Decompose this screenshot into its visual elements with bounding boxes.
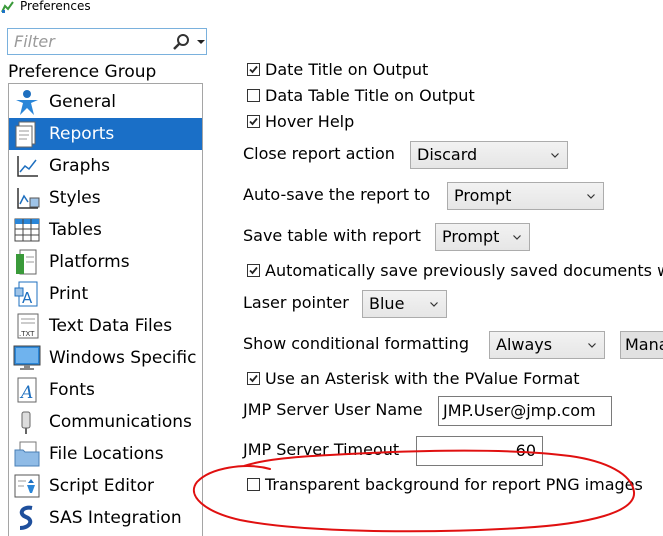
monitor-icon [13, 345, 41, 370]
save-table-value: Prompt [442, 227, 500, 246]
preference-group-heading: Preference Group [8, 62, 157, 82]
sidebar-item-tables[interactable]: Tables [9, 214, 202, 246]
conditional-formatting-value: Always [496, 335, 553, 354]
sas-icon [19, 505, 33, 530]
sidebar-item-windows-specific[interactable]: Windows Specific [9, 342, 202, 374]
communications-icon [21, 411, 31, 434]
conditional-formatting-select[interactable]: Always [489, 331, 605, 359]
styles-graph-icon [17, 188, 40, 209]
text-file-icon: .TXT [17, 313, 39, 339]
hover-help-label: Hover Help [265, 112, 355, 131]
sidebar-item-label: Reports [49, 124, 115, 144]
sidebar-item-label: SAS Integration [49, 508, 182, 528]
sidebar-item-communications[interactable]: Communications [9, 406, 202, 438]
sidebar-item-label: File Locations [49, 444, 164, 464]
sidebar-item-label: Styles [49, 188, 101, 208]
checkmark-icon [249, 65, 258, 74]
data-table-title-label: Data Table Title on Output [265, 86, 475, 105]
jmp-server-user-field[interactable]: JMP.User@jmp.com [438, 396, 612, 426]
window-title: Preferences [20, 0, 91, 13]
sidebar-item-platforms[interactable]: Platforms [9, 246, 202, 278]
date-title-label: Date Title on Output [265, 60, 429, 79]
chevron-down-icon[interactable] [196, 31, 206, 51]
folder-icon [14, 441, 40, 467]
sidebar-item-general[interactable]: General [9, 86, 202, 118]
auto-save-docs-label: Automatically save previously saved docu… [265, 261, 663, 280]
laser-pointer-select[interactable]: Blue [362, 290, 447, 318]
checkmark-icon [249, 117, 258, 126]
chevron-down-icon [551, 153, 559, 158]
sidebar-item-sas-integration[interactable]: SAS Integration [9, 502, 202, 534]
auto-save-label: Auto-save the report to [243, 185, 431, 204]
general-person-icon [16, 90, 38, 115]
sidebar-item-label: Windows Specific [49, 348, 197, 368]
sidebar-item-label: Script Editor [49, 476, 155, 496]
sidebar-item-reports[interactable]: Reports [9, 118, 202, 150]
data-table-title-checkbox[interactable] [247, 89, 260, 102]
manage-button[interactable]: Mana [620, 331, 663, 359]
close-report-action-label: Close report action [243, 144, 395, 163]
transparent-png-label: Transparent background for report PNG im… [265, 475, 643, 494]
jmp-server-user-label: JMP Server User Name [243, 400, 423, 419]
filter-input[interactable] [8, 29, 168, 54]
report-document-icon [15, 121, 36, 148]
asterisk-pvalue-checkbox[interactable] [247, 372, 260, 385]
jmp-server-timeout-field[interactable]: 60 [416, 436, 543, 466]
svg-text:A: A [19, 383, 33, 403]
sidebar-item-label: Text Data Files [49, 316, 173, 336]
checkmark-icon [249, 266, 258, 275]
auto-save-select[interactable]: Prompt [447, 182, 604, 210]
line-graph-icon [17, 156, 38, 177]
chevron-down-icon [513, 235, 521, 240]
chevron-down-icon [587, 194, 595, 199]
sidebar-item-label: Graphs [49, 156, 111, 176]
asterisk-pvalue-label: Use an Asterisk with the PValue Format [265, 369, 580, 388]
transparent-png-checkbox[interactable] [247, 478, 260, 491]
svg-text:.TXT: .TXT [19, 330, 35, 338]
sidebar-item-graphs[interactable]: Graphs [9, 150, 202, 182]
save-table-select[interactable]: Prompt [435, 223, 530, 251]
laser-pointer-value: Blue [369, 294, 405, 313]
sidebar-item-file-locations[interactable]: File Locations [9, 438, 202, 470]
auto-save-docs-checkbox[interactable] [247, 264, 260, 277]
sidebar-item-label: Print [49, 284, 89, 304]
sidebar-item-label: Communications [49, 412, 192, 432]
search-icon[interactable] [171, 32, 191, 52]
title-bar: Preferences [0, 0, 663, 20]
font-icon: A [17, 377, 37, 403]
svg-text:A: A [22, 289, 33, 307]
sidebar-item-fonts[interactable]: A Fonts [9, 374, 202, 406]
print-icon: A [14, 281, 38, 307]
date-title-checkbox[interactable] [247, 63, 260, 76]
hover-help-checkbox[interactable] [247, 115, 260, 128]
jmp-app-icon [1, 1, 14, 13]
close-report-action-select[interactable]: Discard [410, 141, 568, 169]
save-table-label: Save table with report [243, 226, 421, 245]
laser-pointer-label: Laser pointer [243, 293, 349, 312]
auto-save-value: Prompt [454, 186, 512, 205]
checkmark-icon [249, 374, 258, 383]
chevron-down-icon [430, 302, 438, 307]
sidebar-item-label: Fonts [49, 380, 95, 400]
sidebar-item-script-editor[interactable]: Script Editor [9, 470, 202, 502]
sidebar-item-label: Tables [49, 220, 102, 240]
platforms-icon [16, 249, 37, 275]
table-grid-icon [14, 218, 40, 242]
close-report-action-value: Discard [417, 145, 478, 164]
conditional-formatting-label: Show conditional formatting [243, 334, 469, 353]
sidebar-item-print[interactable]: A Print [9, 278, 202, 310]
script-editor-icon [14, 474, 40, 498]
preference-group-list[interactable]: General Reports Graphs Styles Tables Pla… [8, 83, 203, 536]
chevron-down-icon [588, 343, 596, 348]
jmp-server-timeout-label: JMP Server Timeout [243, 440, 400, 459]
sidebar-item-label: General [49, 92, 116, 112]
filter-field[interactable] [7, 28, 207, 55]
sidebar-item-styles[interactable]: Styles [9, 182, 202, 214]
sidebar-item-text-data-files[interactable]: .TXT Text Data Files [9, 310, 202, 342]
sidebar-item-label: Platforms [49, 252, 130, 272]
